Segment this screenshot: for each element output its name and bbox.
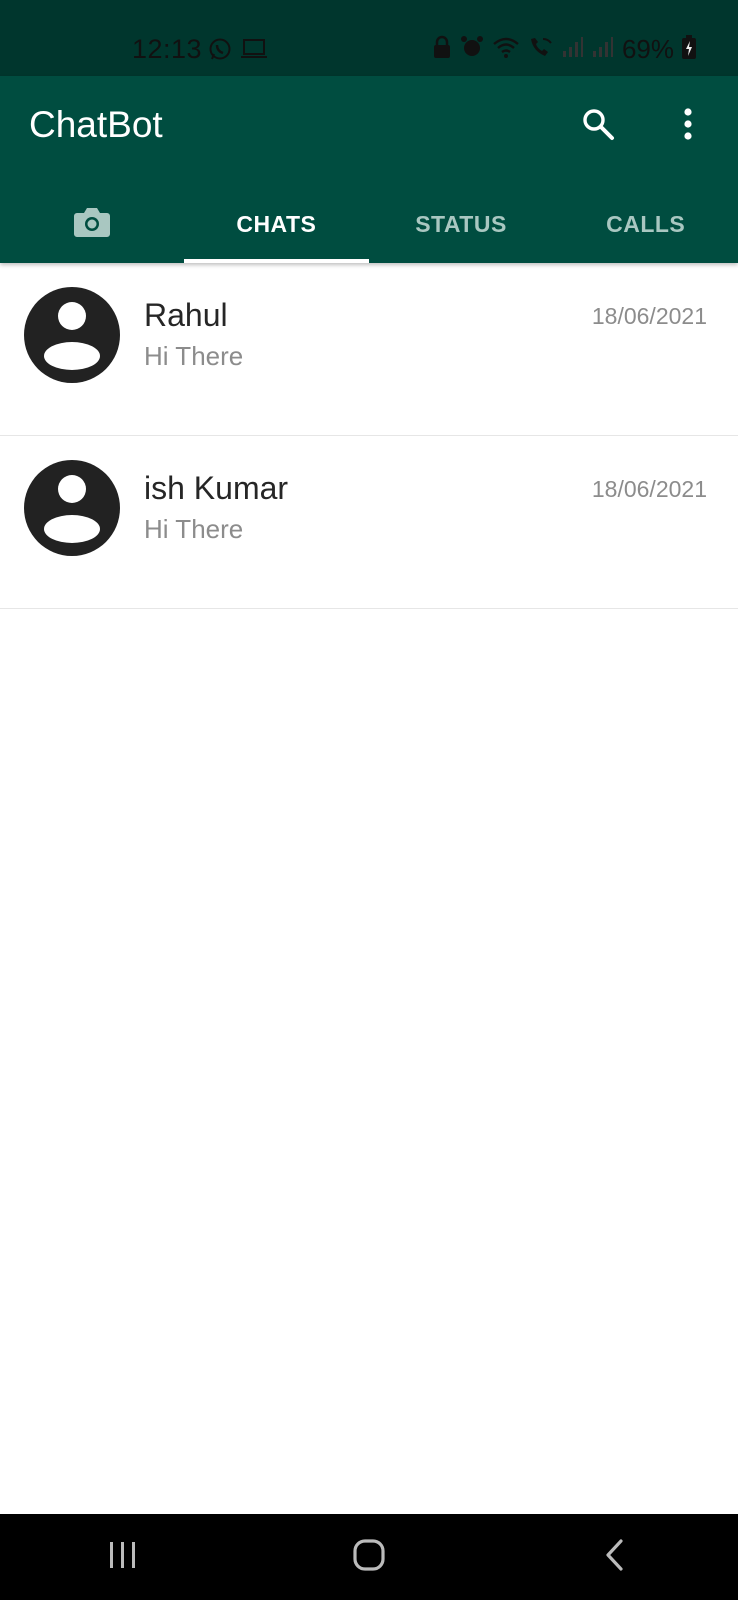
battery-percent: 69% — [621, 34, 674, 64]
recent-apps-icon — [107, 1540, 139, 1575]
alarm-icon — [460, 35, 484, 64]
avatar-icon — [24, 460, 120, 556]
tab-bar: CHATS STATUS CALLS — [0, 186, 738, 263]
whatsapp-icon — [208, 37, 232, 66]
home-button[interactable] — [339, 1527, 399, 1587]
home-icon — [352, 1538, 386, 1577]
system-nav-bar — [0, 1514, 738, 1600]
laptop-icon — [240, 38, 268, 65]
back-icon — [603, 1538, 627, 1577]
chat-preview: Hi There — [144, 514, 244, 544]
search-button[interactable] — [578, 106, 618, 146]
chat-date: 18/06/2021 — [591, 303, 707, 329]
chat-name: ish Kumar — [144, 470, 289, 506]
battery-icon — [682, 35, 696, 64]
chat-list: Rahul Hi There 18/06/2021 ish Kumar Hi T… — [0, 263, 738, 609]
avatar-icon — [24, 287, 120, 383]
screen: 12:13 69% ChatBot CHATS STATUS CALLS Rah… — [0, 0, 738, 1600]
tab-chats[interactable]: CHATS — [184, 186, 369, 263]
chat-preview: Hi There — [144, 341, 244, 371]
app-bar: ChatBot CHATS STATUS CALLS — [0, 76, 738, 263]
status-bar: 12:13 69% — [0, 0, 738, 76]
tab-camera[interactable] — [0, 186, 184, 263]
more-options-button[interactable] — [668, 106, 708, 146]
chat-date: 18/06/2021 — [591, 476, 707, 502]
app-actions — [578, 106, 708, 146]
status-left-icons — [208, 37, 268, 66]
app-title: ChatBot — [29, 104, 163, 145]
wifi-calling-icon — [528, 35, 554, 64]
tab-status[interactable]: STATUS — [369, 186, 554, 263]
search-icon — [581, 107, 615, 146]
chat-name: Rahul — [144, 297, 228, 333]
signal-icon — [562, 36, 584, 63]
status-time: 12:13 — [132, 34, 203, 64]
more-vert-icon — [682, 107, 694, 146]
back-button[interactable] — [585, 1527, 645, 1587]
wifi-icon — [492, 35, 520, 64]
status-right: 69% — [432, 34, 696, 65]
chat-list-item[interactable]: ish Kumar Hi There 18/06/2021 — [0, 436, 738, 609]
lock-icon — [432, 35, 452, 64]
tab-calls[interactable]: CALLS — [553, 186, 738, 263]
signal-icon — [592, 36, 614, 63]
recent-apps-button[interactable] — [93, 1527, 153, 1587]
camera-icon — [73, 206, 111, 244]
chat-list-item[interactable]: Rahul Hi There 18/06/2021 — [0, 263, 738, 436]
